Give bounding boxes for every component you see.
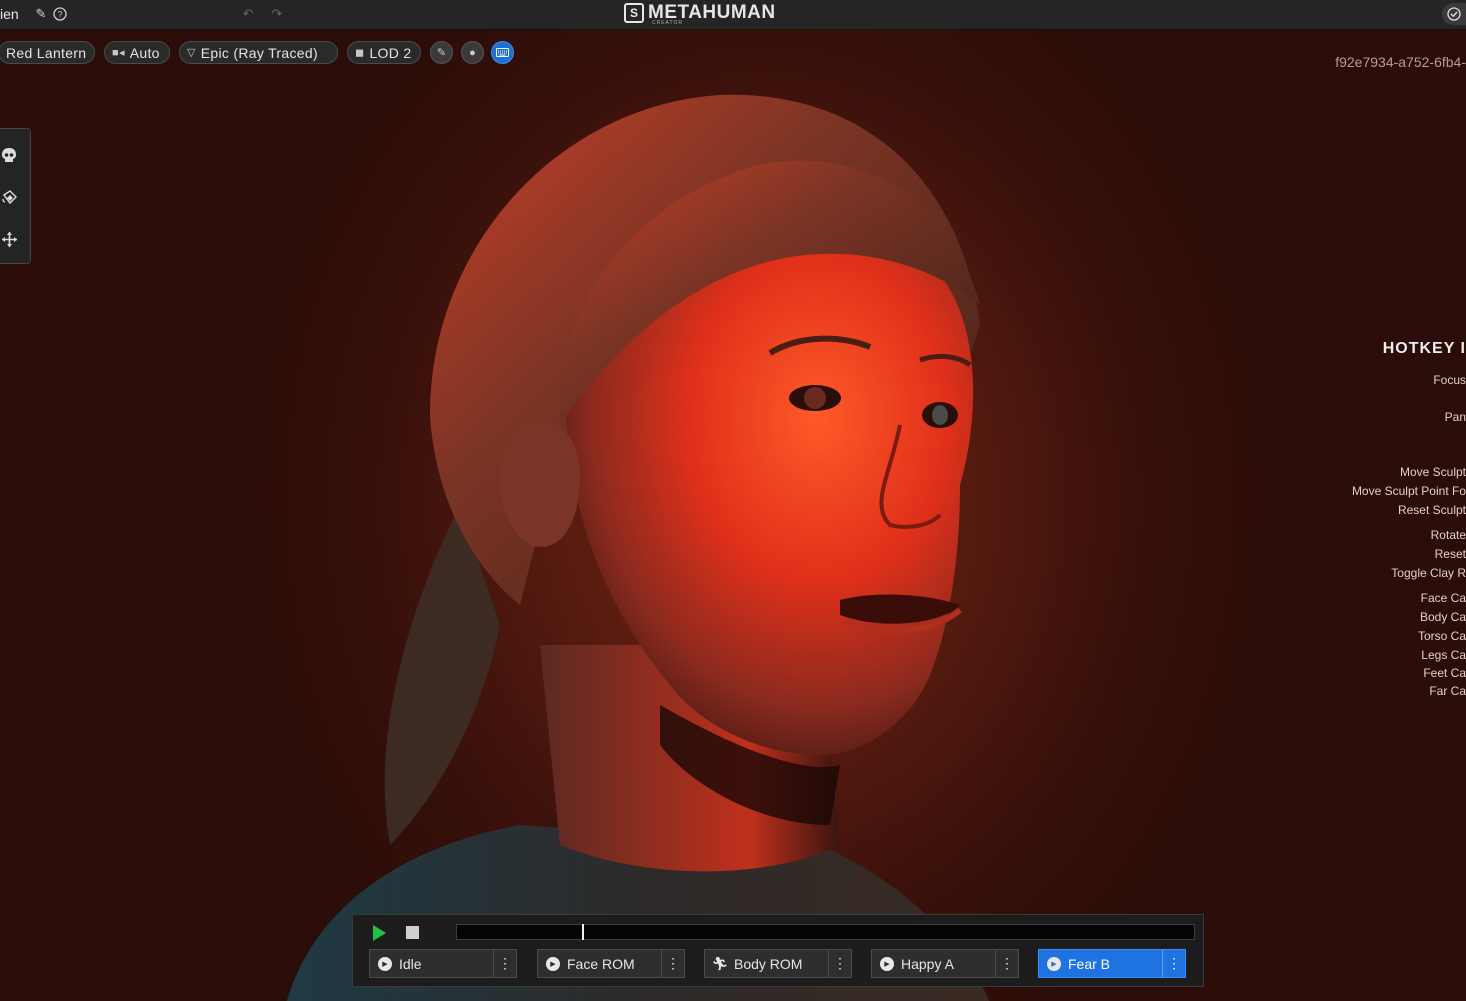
hotkey-item: Face Ca	[1420, 591, 1466, 605]
diamond-icon: ▽	[187, 47, 196, 59]
render-quality-label: Epic (Ray Traced)	[200, 44, 318, 61]
lod-button[interactable]: ◼ LOD 2	[347, 41, 421, 64]
cube-icon: ◼	[355, 47, 365, 59]
hotkey-item: Move Sculpt Point Fo	[1351, 484, 1466, 498]
hotkey-item: Rotate	[1430, 528, 1466, 542]
more-options-icon[interactable]: ⋮	[1162, 950, 1185, 977]
more-options-icon[interactable]: ⋮	[995, 950, 1018, 977]
paint-bucket-icon[interactable]	[0, 187, 18, 207]
skull-icon[interactable]	[0, 145, 18, 165]
metahuman-figure	[286, 94, 990, 1001]
more-options-icon[interactable]: ⋮	[493, 950, 516, 977]
svg-text:?: ?	[57, 10, 62, 20]
play-circle-icon: ▶	[880, 956, 894, 971]
logo-mark-icon: S	[624, 3, 644, 23]
lighting-preset-label: Red Lantern	[6, 44, 87, 61]
lighting-preset-button[interactable]: Red Lantern	[0, 41, 95, 64]
hotkey-item: Focus	[1433, 373, 1466, 387]
check-circle-icon[interactable]	[1442, 3, 1466, 25]
clip-happy-a[interactable]: ▶ Happy A ⋮	[871, 949, 1019, 978]
animation-player: ▶ Idle ⋮ ▶ Face ROM ⋮ 🏃︎ Body ROM ⋮ ▶ Ha…	[352, 914, 1204, 987]
clip-label: Face ROM	[567, 955, 635, 972]
hotkey-item: Body Ca	[1419, 610, 1466, 624]
hotkey-item: Toggle Clay R	[1391, 566, 1466, 580]
keyboard-icon[interactable]	[491, 41, 514, 64]
camera-mode-button[interactable]: ■◂ Auto	[104, 41, 170, 64]
play-button[interactable]	[371, 924, 387, 942]
clip-label: Body ROM	[734, 955, 803, 972]
clip-body-rom[interactable]: 🏃︎ Body ROM ⋮	[704, 949, 852, 978]
hotkey-item: Reset Sculpt	[1397, 503, 1466, 517]
logo-subtext: CREATOR	[652, 20, 683, 26]
hotkey-item: Legs Ca	[1421, 648, 1466, 662]
clip-idle[interactable]: ▶ Idle ⋮	[369, 949, 517, 978]
character-guid: f92e7934-a752-6fb4-	[1335, 54, 1466, 70]
clip-fear-b[interactable]: ▶ Fear B ⋮	[1038, 949, 1186, 978]
title-bar: ien ✎ ? ↶ ↷ S METAHUMAN CREATOR	[0, 0, 1466, 30]
clip-label: Happy A	[901, 955, 954, 972]
hotkey-item: Far Ca	[1429, 684, 1466, 698]
video-camera-icon: ■◂	[112, 47, 125, 59]
undo-icon[interactable]: ↶	[240, 6, 256, 22]
head-icon[interactable]: ●	[461, 41, 484, 64]
more-options-icon[interactable]: ⋮	[661, 950, 684, 977]
play-circle-icon: ▶	[546, 956, 560, 971]
hotkey-item: Pan	[1444, 410, 1466, 424]
viewport[interactable]: HOTKEY I Focus Pan Move Sculpt Move Scul…	[0, 30, 1466, 1001]
animation-timeline[interactable]	[456, 924, 1195, 940]
metahuman-logo: S METAHUMAN CREATOR	[624, 3, 776, 26]
move-icon[interactable]	[0, 229, 18, 249]
clip-face-rom[interactable]: ▶ Face ROM ⋮	[537, 949, 685, 978]
render-quality-button[interactable]: ▽ Epic (Ray Traced)	[179, 41, 338, 64]
clip-label: Idle	[399, 955, 422, 972]
question-circle-icon[interactable]: ?	[52, 6, 68, 22]
clip-label: Fear B	[1068, 955, 1111, 972]
timeline-playhead[interactable]	[581, 924, 584, 940]
hotkey-item: Reset	[1434, 547, 1466, 561]
project-title: ien	[0, 6, 19, 22]
brush-icon[interactable]: ✎	[430, 41, 453, 64]
hotkey-item: Feet Ca	[1423, 666, 1466, 680]
play-circle-icon: ▶	[378, 956, 392, 971]
running-icon: 🏃︎	[711, 955, 729, 971]
hotkey-panel-title: HOTKEY I	[1382, 340, 1466, 357]
more-options-icon[interactable]: ⋮	[828, 950, 851, 977]
left-tool-panel	[0, 128, 31, 264]
camera-mode-label: Auto	[129, 44, 160, 61]
play-circle-icon: ▶	[1047, 956, 1061, 971]
redo-icon[interactable]: ↷	[269, 6, 285, 22]
pencil-icon[interactable]: ✎	[33, 6, 49, 22]
lod-label: LOD 2	[369, 44, 412, 61]
stop-button[interactable]	[406, 926, 419, 939]
hotkey-item: Torso Ca	[1417, 629, 1466, 643]
hotkey-item: Move Sculpt	[1399, 465, 1466, 479]
